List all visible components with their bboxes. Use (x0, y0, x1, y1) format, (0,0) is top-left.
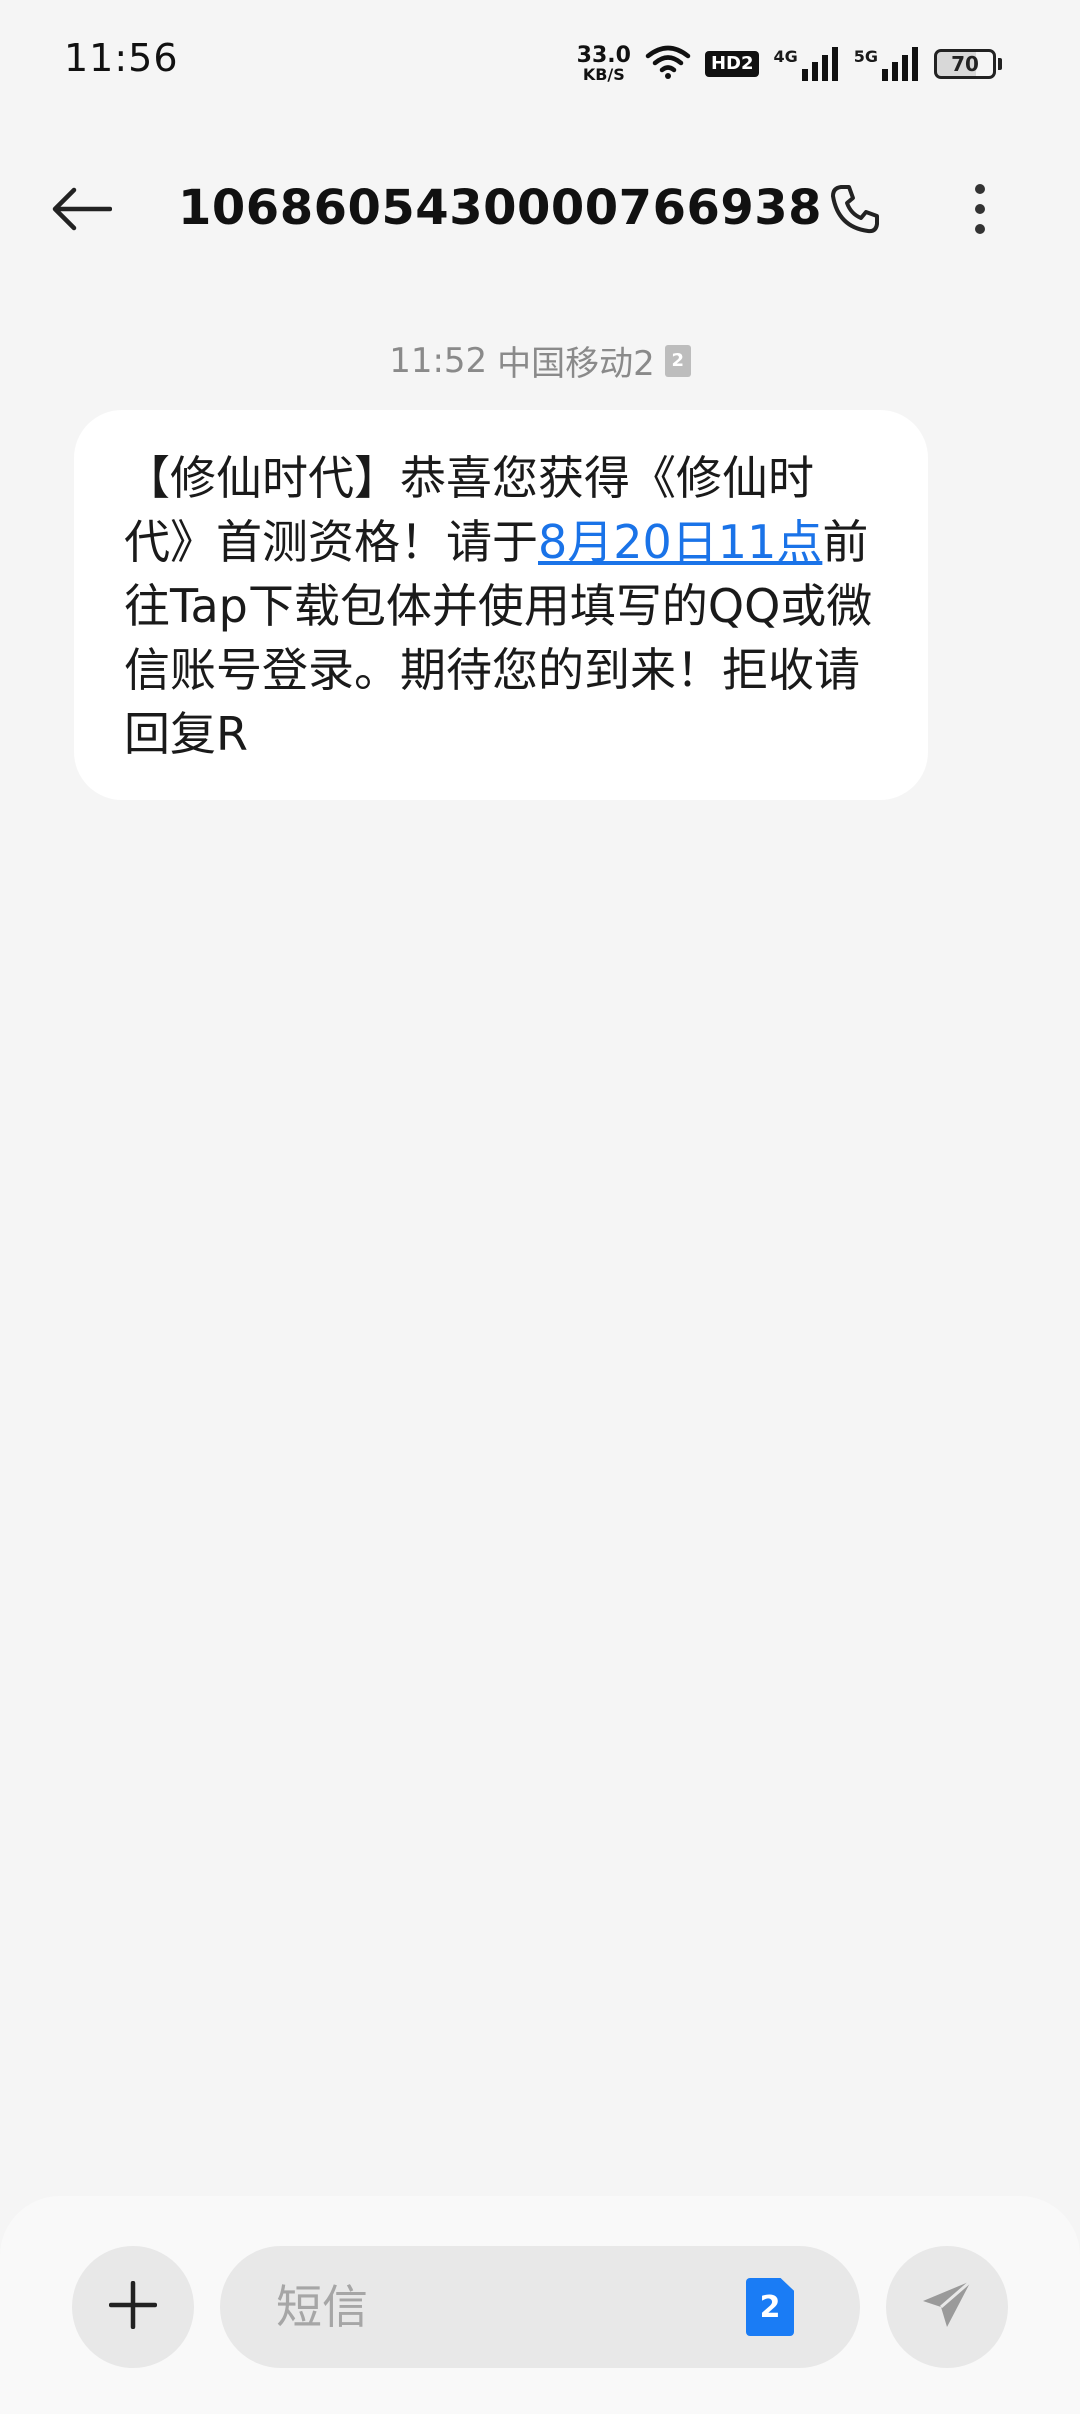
sim-select-button[interactable]: 2 (746, 2278, 794, 2336)
message-input[interactable] (274, 2279, 694, 2335)
send-icon (919, 2277, 975, 2337)
back-arrow-icon (52, 187, 113, 235)
battery-level: 70 (934, 49, 996, 79)
phone-icon (827, 181, 883, 241)
status-bar: 11:56 33.0 KB/S HD2 4G 5G 70 (0, 0, 1080, 130)
attach-button[interactable] (72, 2246, 194, 2368)
message-meta: 11:52 中国移动2 2 (0, 336, 1080, 385)
contact-number: 1068605430000766938 (178, 180, 823, 236)
compose-bar: 2 (0, 2196, 1080, 2414)
message-bubble[interactable]: 【修仙时代】恭喜您获得《修仙时代》首测资格！请于8月20日11点前往Tap下载包… (74, 410, 928, 800)
status-icons: 33.0 KB/S HD2 4G 5G 70 (577, 40, 1002, 88)
status-time: 11:56 (64, 36, 179, 80)
conversation-header: 1068605430000766938 (0, 150, 1080, 270)
signal-type-label: 4G (773, 47, 798, 66)
carrier-name: 中国移动2 (497, 344, 655, 384)
wifi-icon (645, 44, 691, 84)
signal-icon-sim2: 5G (854, 47, 920, 81)
sim-card-icon: 2 (664, 344, 691, 377)
call-button[interactable] (820, 176, 890, 246)
back-button[interactable] (52, 176, 142, 246)
message-input-container: 2 (220, 2246, 860, 2368)
plus-icon (108, 2280, 158, 2333)
battery-icon: 70 (934, 49, 1002, 79)
send-button[interactable] (886, 2246, 1008, 2368)
hd-voice-badge: HD2 (704, 51, 760, 77)
signal-icon-sim1: 4G (773, 47, 839, 81)
more-vertical-icon (973, 181, 987, 241)
date-link[interactable]: 8月20日11点 (538, 515, 822, 569)
network-speed: 33.0 KB/S (577, 45, 631, 83)
network-speed-value: 33.0 (576, 43, 631, 68)
signal-type-label: 5G (853, 47, 878, 66)
network-speed-unit: KB/S (582, 65, 625, 84)
more-options-button[interactable] (950, 176, 1010, 246)
message-time: 11:52 (389, 340, 488, 381)
